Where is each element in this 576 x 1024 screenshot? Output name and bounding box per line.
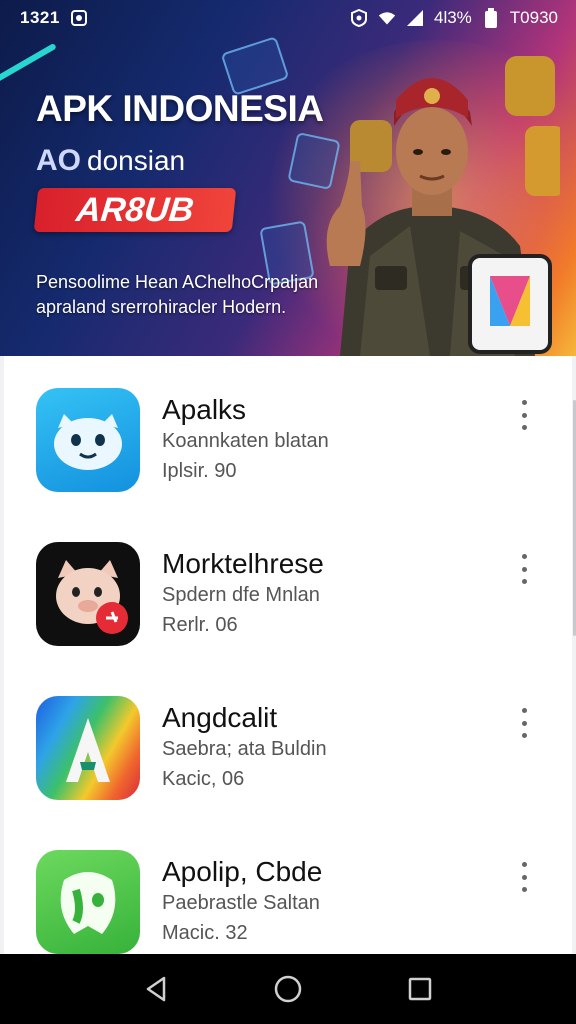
more-options-icon[interactable]: [518, 708, 530, 738]
app-developer: Koannkaten blatan: [162, 430, 329, 452]
decor-line: [0, 42, 57, 84]
screen: APK INDONESIA AO donsian AR8UB Pensoolim…: [0, 0, 576, 1024]
banner-description-line: apraland srerrohiracler Hodern.: [36, 297, 287, 317]
banner-description: Pensoolime Hean AChelhoCrpaljan apraland…: [36, 270, 356, 320]
a-letter-icon: [36, 696, 140, 800]
status-right: 4l3% T0930: [350, 8, 558, 28]
more-options-icon[interactable]: [518, 862, 530, 892]
app-name: Morktelhrese: [162, 548, 324, 579]
app-list: Apalks Koannkaten blatan Iplsir. 90 Mork…: [4, 356, 572, 954]
wifi-icon: [378, 9, 396, 27]
status-left: 1321: [20, 8, 88, 28]
app-developer: Saebra; ata Buldin: [162, 738, 327, 760]
battery-percent: 4l3%: [433, 8, 472, 27]
promo-banner[interactable]: APK INDONESIA AO donsian AR8UB Pensoolim…: [0, 0, 576, 356]
sub-logo: AO: [36, 144, 81, 178]
app-meta: Kacic, 06: [162, 768, 245, 790]
recents-icon[interactable]: [400, 969, 440, 1009]
navigation-bar: [0, 954, 576, 1024]
notification-icon: [70, 9, 88, 27]
soldier-illustration: [326, 56, 565, 356]
app-name: Apolip, Cbde: [162, 856, 323, 887]
status-bar: 1321 4l3% T0930: [0, 0, 576, 36]
face-icon: [36, 388, 140, 492]
status-time-right: T0930: [509, 8, 558, 27]
cat-icon: [36, 542, 140, 646]
list-item[interactable]: Apalks Koannkaten blatan Iplsir. 90: [4, 356, 572, 510]
shield-icon: [350, 9, 368, 27]
app-meta: Rerlr. 06: [162, 614, 238, 636]
decor-card: [220, 36, 290, 96]
app-developer: Spdern dfe Mnlan: [162, 584, 320, 606]
banner-title: APK INDONESIA: [36, 88, 324, 129]
banner-tag: AR8UB: [33, 188, 237, 232]
signal-icon: [406, 9, 424, 27]
list-item[interactable]: Angdcalit Saebra; ata Buldin Kacic, 06: [4, 664, 572, 818]
hero-illustration: [320, 56, 565, 356]
owl-icon: [36, 850, 140, 954]
banner-description-line: Pensoolime Hean AChelhoCrpaljan: [36, 272, 319, 292]
status-time: 1321: [20, 8, 60, 27]
list-item[interactable]: Apolip, Cbde Paebrastle Saltan Macic. 32: [4, 818, 572, 972]
back-icon[interactable]: [136, 969, 176, 1009]
banner-subtitle: AO donsian: [36, 144, 185, 178]
more-options-icon[interactable]: [518, 400, 530, 430]
app-meta: Iplsir. 90: [162, 460, 237, 482]
app-name: Angdcalit: [162, 702, 278, 733]
more-options-icon[interactable]: [518, 554, 530, 584]
list-item[interactable]: Morktelhrese Spdern dfe Mnlan Rerlr. 06: [4, 510, 572, 664]
app-name: Apalks: [162, 394, 247, 425]
sub-logo-text: AO: [36, 144, 81, 177]
banner-subtitle-text: donsian: [87, 145, 186, 176]
app-developer: Paebrastle Saltan: [162, 892, 320, 914]
app-meta: Macic. 32: [162, 922, 248, 944]
battery-icon: [482, 8, 500, 28]
home-icon[interactable]: [268, 969, 308, 1009]
